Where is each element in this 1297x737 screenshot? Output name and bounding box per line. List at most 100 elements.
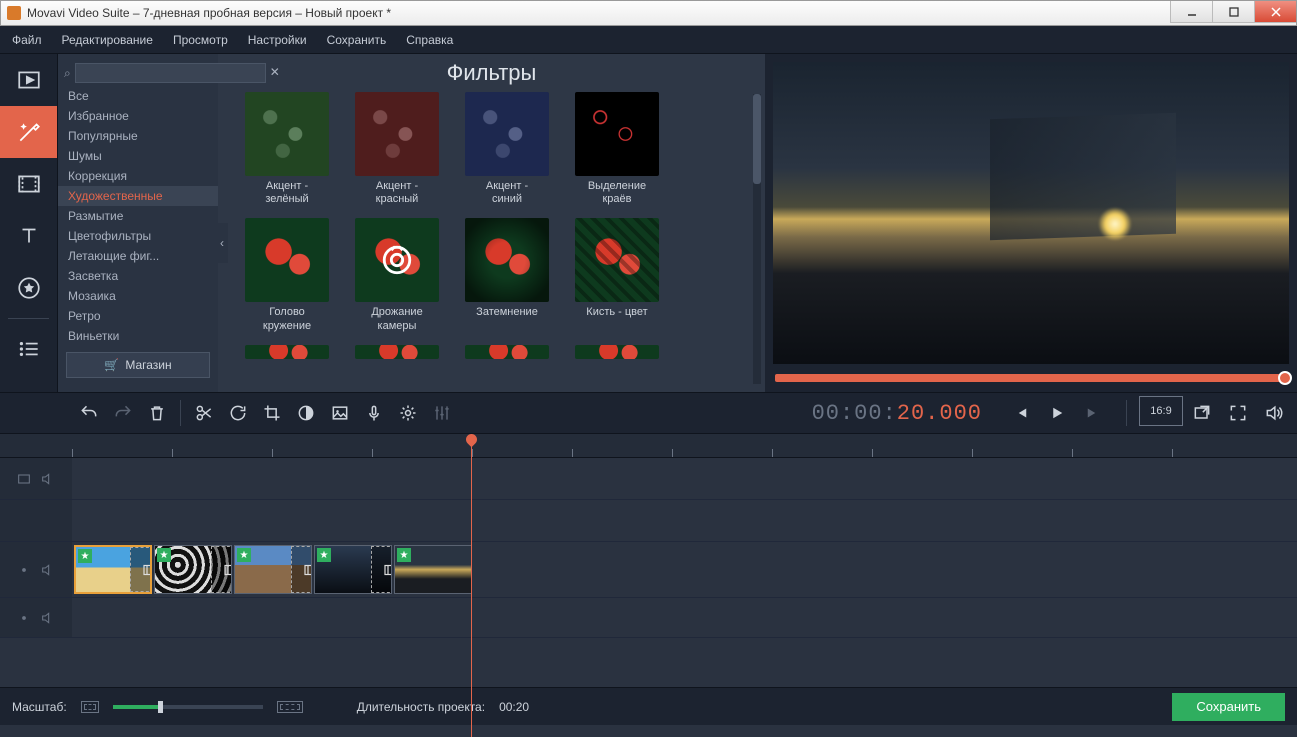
filter-label: Выделение краёв	[564, 180, 670, 206]
rail-filters-button[interactable]	[0, 106, 57, 158]
filter-item[interactable]: Затемнение	[454, 218, 560, 332]
filter-category-item[interactable]: Коррекция	[58, 166, 218, 186]
image-button[interactable]	[323, 396, 357, 430]
filter-item[interactable]: Акцент - синий	[454, 92, 560, 206]
filter-thumbnail	[245, 218, 329, 302]
filter-thumbnail	[575, 92, 659, 176]
delete-button[interactable]	[140, 396, 174, 430]
filter-item[interactable]: Голово кружение	[234, 218, 340, 332]
clip-3[interactable]: ★	[234, 545, 312, 594]
star-icon: ★	[397, 548, 411, 562]
window-titlebar: Movavi Video Suite – 7-дневная пробная в…	[0, 0, 1297, 26]
split-button[interactable]	[187, 396, 221, 430]
filter-item[interactable]: Акцент - зелёный	[234, 92, 340, 206]
color-adjust-button[interactable]	[289, 396, 323, 430]
filter-item[interactable]: Дрожание камеры	[344, 218, 450, 332]
clip-1[interactable]: ★	[74, 545, 152, 594]
filter-category-item[interactable]: Ретро	[58, 306, 218, 326]
window-maximize-button[interactable]	[1212, 1, 1254, 23]
menu-file[interactable]: Файл	[12, 33, 42, 47]
filter-label: Акцент - зелёный	[234, 180, 340, 206]
filter-thumbnail	[465, 218, 549, 302]
filter-category-item[interactable]: Художественные	[58, 186, 218, 206]
filter-label: Дрожание камеры	[344, 306, 450, 332]
filter-category-item[interactable]: Мозаика	[58, 286, 218, 306]
filter-category-item[interactable]: Популярные	[58, 126, 218, 146]
window-close-button[interactable]	[1254, 1, 1296, 23]
transition-icon[interactable]	[211, 546, 232, 593]
filter-category-item[interactable]: Засветка	[58, 266, 218, 286]
rotate-button[interactable]	[221, 396, 255, 430]
filter-scrollbar[interactable]	[753, 94, 761, 384]
filter-label: Акцент - красный	[344, 180, 450, 206]
menu-help[interactable]: Справка	[406, 33, 453, 47]
filter-item[interactable]: Кисть - цвет	[564, 218, 670, 332]
filter-item[interactable]: Акцент - красный	[344, 92, 450, 206]
timeline-ruler[interactable]: 00:00:0000:00:0500:00:1000:00:1500:00:20…	[0, 434, 1297, 458]
duration-label: Длительность проекта:	[357, 700, 485, 714]
filter-category-item[interactable]: Виньетки	[58, 326, 218, 346]
window-title: Movavi Video Suite – 7-дневная пробная в…	[27, 6, 391, 20]
playhead[interactable]	[471, 434, 472, 737]
zoom-out-icon[interactable]	[81, 701, 99, 713]
rail-transitions-button[interactable]	[0, 158, 57, 210]
undo-button[interactable]	[72, 396, 106, 430]
menu-settings[interactable]: Настройки	[248, 33, 307, 47]
aspect-ratio-button[interactable]: 16:9	[1139, 396, 1183, 426]
timeline-tracks: ★ ★ ★ ★ ★	[0, 458, 1297, 683]
shop-button[interactable]: 🛒 Магазин	[66, 352, 210, 378]
shop-label: Магазин	[125, 358, 171, 372]
menu-edit[interactable]: Редактирование	[62, 33, 153, 47]
duration-value: 00:20	[499, 700, 529, 714]
audio-track-head[interactable]	[0, 598, 72, 637]
video-track[interactable]: ★ ★ ★ ★ ★	[72, 542, 1297, 597]
rail-more-button[interactable]	[0, 323, 57, 375]
detach-preview-button[interactable]	[1185, 396, 1219, 430]
redo-button[interactable]	[106, 396, 140, 430]
zoom-in-icon[interactable]	[277, 701, 303, 713]
filter-thumbnail	[355, 218, 439, 302]
filter-category-item[interactable]: Шумы	[58, 146, 218, 166]
preview-video[interactable]	[773, 62, 1289, 364]
play-button[interactable]	[1040, 396, 1074, 430]
crop-button[interactable]	[255, 396, 289, 430]
clip-4[interactable]: ★	[314, 545, 392, 594]
filter-label: Кисть - цвет	[564, 306, 670, 319]
transition-icon[interactable]	[291, 546, 312, 593]
rail-stickers-button[interactable]	[0, 262, 57, 314]
record-audio-button[interactable]	[357, 396, 391, 430]
filter-label: Затемнение	[454, 306, 560, 319]
cart-icon: 🛒	[104, 358, 119, 372]
title-track-head[interactable]	[0, 500, 72, 541]
rail-media-button[interactable]	[0, 54, 57, 106]
zoom-label: Масштаб:	[12, 700, 67, 714]
search-icon: ⌕	[64, 66, 71, 81]
next-frame-button[interactable]	[1076, 396, 1110, 430]
fullscreen-button[interactable]	[1221, 396, 1255, 430]
filter-category-item[interactable]: Летающие фиг...	[58, 246, 218, 266]
video-track-head[interactable]	[0, 542, 72, 597]
save-button[interactable]: Сохранить	[1172, 693, 1285, 721]
rail-titles-button[interactable]	[0, 210, 57, 262]
equalizer-button[interactable]	[425, 396, 459, 430]
menu-save[interactable]: Сохранить	[327, 33, 387, 47]
clip-properties-button[interactable]	[391, 396, 425, 430]
preview-seek-bar[interactable]	[775, 374, 1287, 382]
filter-thumbnail	[245, 92, 329, 176]
transition-icon[interactable]	[371, 546, 392, 593]
zoom-slider[interactable]	[113, 705, 263, 709]
filter-item[interactable]: Выделение краёв	[564, 92, 670, 206]
transition-icon[interactable]	[130, 547, 152, 592]
clip-2[interactable]: ★	[154, 545, 232, 594]
filter-category-item[interactable]: Цветофильтры	[58, 226, 218, 246]
menu-view[interactable]: Просмотр	[173, 33, 228, 47]
filter-category-item[interactable]: Размытие	[58, 206, 218, 226]
prev-frame-button[interactable]	[1004, 396, 1038, 430]
overlay-track-head[interactable]	[0, 458, 72, 499]
tool-rail	[0, 54, 58, 392]
window-minimize-button[interactable]	[1170, 1, 1212, 23]
clip-5[interactable]: ★	[394, 545, 472, 594]
filter-category-item[interactable]: Все	[58, 86, 218, 106]
filter-category-item[interactable]: Избранное	[58, 106, 218, 126]
volume-button[interactable]	[1257, 396, 1291, 430]
